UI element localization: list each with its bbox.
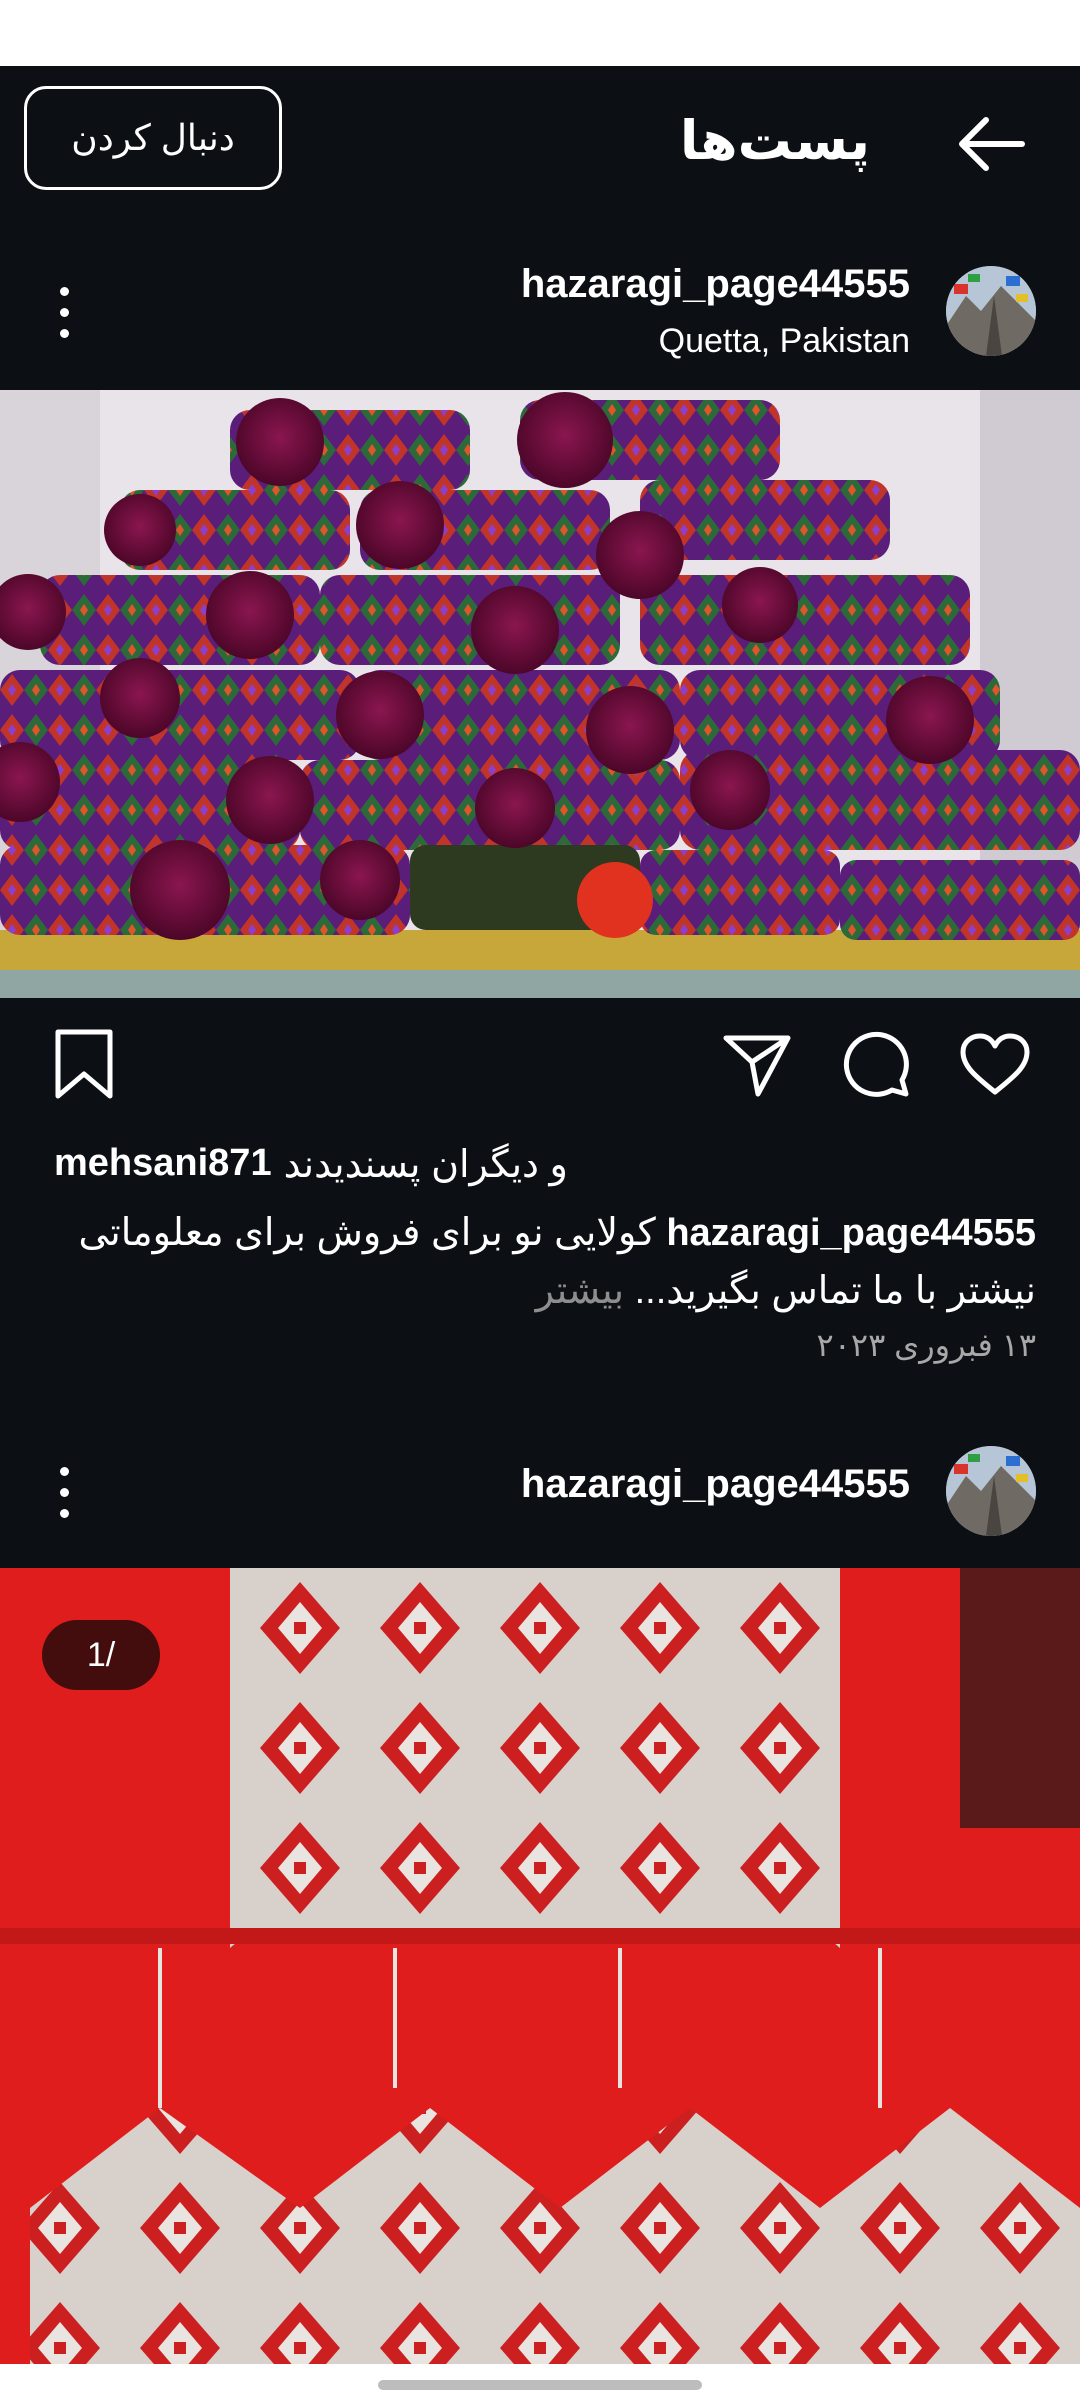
liker-username[interactable]: mehsani871 — [54, 1142, 272, 1187]
heart-icon — [960, 1033, 1030, 1095]
comment-button[interactable] — [836, 1024, 916, 1104]
share-button[interactable] — [716, 1024, 796, 1104]
navigation-bar — [0, 2364, 1080, 2408]
likes-suffix: و دیگران پسندیدند — [283, 1144, 568, 1186]
post-date: ۱۳ فبروری ۲۰۲۳ — [816, 1327, 1036, 1363]
post-meta: mehsani871 و دیگران پسندیدند hazaragi_pa… — [0, 1128, 1080, 1412]
follow-button[interactable]: دنبال کردن — [24, 86, 282, 190]
back-button[interactable] — [952, 104, 1032, 184]
caption-more-link[interactable]: بیشتر — [536, 1270, 624, 1312]
app-header: دنبال کردن پست‌ها — [0, 66, 1080, 232]
screen: دنبال کردن پست‌ها hazaragi_page44555 Que… — [0, 0, 1080, 2408]
post-image[interactable] — [0, 390, 1080, 998]
home-indicator[interactable] — [378, 2380, 702, 2390]
more-dot-icon — [59, 286, 69, 296]
bookmark-icon — [55, 1029, 113, 1099]
post-action-bar — [0, 998, 1080, 1128]
more-dot-icon — [59, 328, 69, 338]
post-location[interactable]: Quetta, Pakistan — [659, 322, 910, 361]
arrow-left-icon — [959, 117, 1025, 171]
save-button[interactable] — [44, 1024, 124, 1104]
more-dot-icon — [59, 1466, 69, 1476]
comment-icon — [843, 1031, 909, 1097]
avatar[interactable] — [946, 1446, 1036, 1536]
like-button[interactable] — [955, 1024, 1035, 1104]
more-options-button[interactable] — [44, 272, 84, 352]
more-dot-icon — [59, 1487, 69, 1497]
more-dot-icon — [59, 1508, 69, 1518]
avatar[interactable] — [946, 266, 1036, 356]
post-caption[interactable]: hazaragi_page44555 کولایی نو برای فروش ب… — [46, 1204, 1036, 1320]
carousel-counter: 1/ — [42, 1620, 160, 1690]
more-options-button[interactable] — [44, 1452, 84, 1532]
caption-username[interactable]: hazaragi_page44555 — [666, 1212, 1036, 1254]
post-username[interactable]: hazaragi_page44555 — [521, 1462, 910, 1507]
more-dot-icon — [59, 307, 69, 317]
status-bar — [0, 0, 1080, 66]
post-header: hazaragi_page44555 — [0, 1412, 1080, 1568]
share-icon — [723, 1035, 791, 1097]
likes-summary[interactable]: mehsani871 و دیگران پسندیدند — [54, 1142, 568, 1187]
post-header: hazaragi_page44555 Quetta, Pakistan — [0, 232, 1080, 392]
page-title: پست‌ها — [679, 110, 870, 171]
post-username[interactable]: hazaragi_page44555 — [521, 262, 910, 307]
post-image[interactable] — [0, 1568, 1080, 2364]
